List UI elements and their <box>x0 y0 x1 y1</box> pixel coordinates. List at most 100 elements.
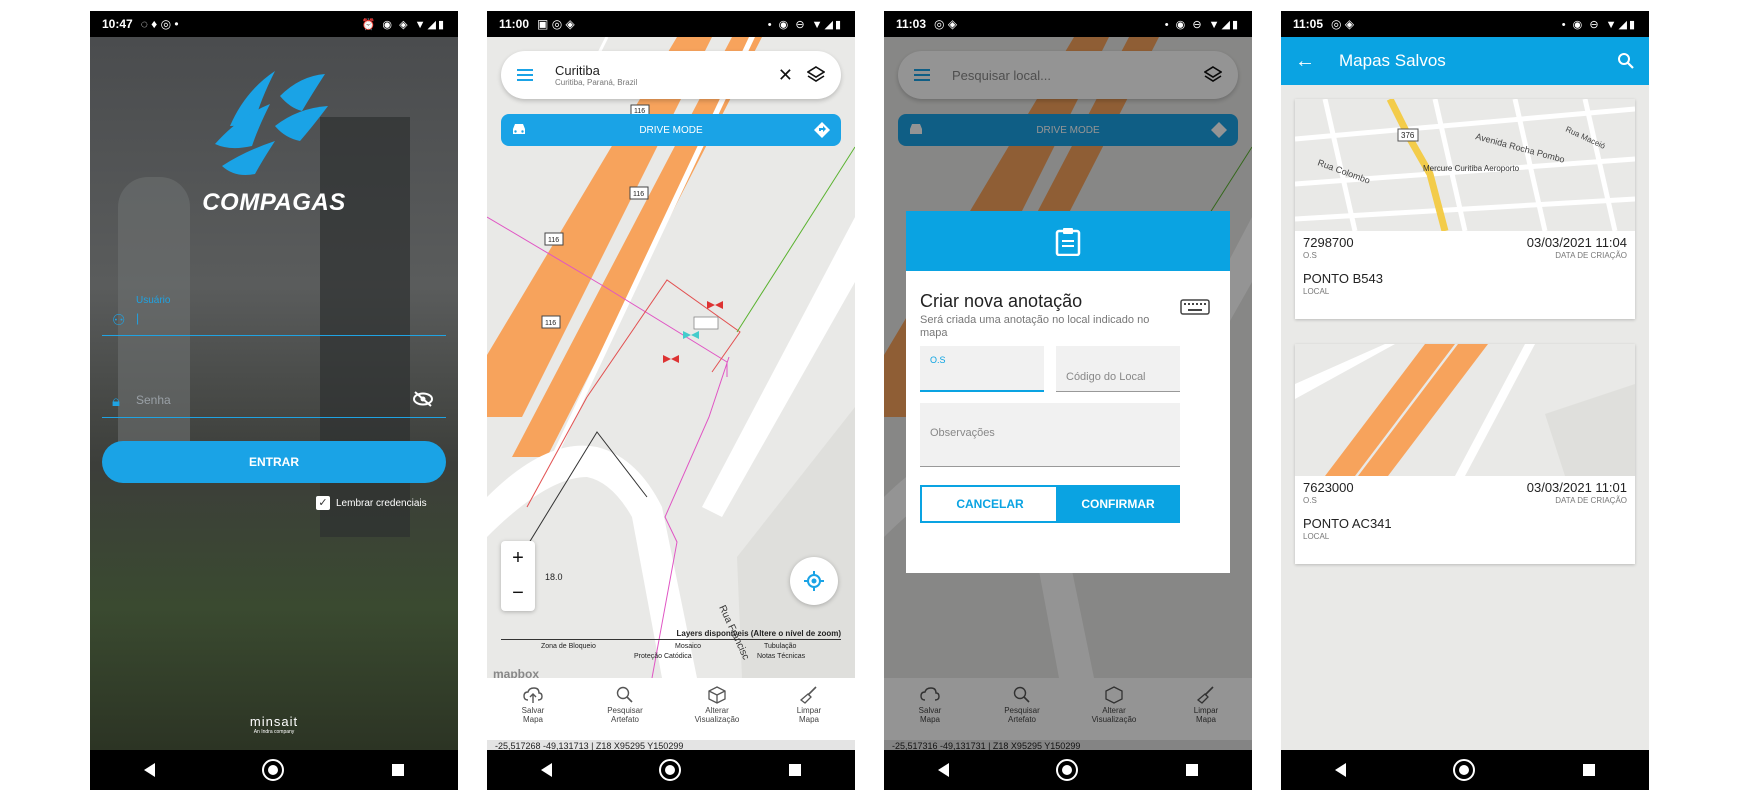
os-value: 7623000 <box>1303 480 1354 495</box>
lock-icon: 🔒︎ <box>112 393 120 410</box>
recents-icon[interactable] <box>1186 764 1199 776</box>
date-value: 03/03/2021 11:04 <box>1526 235 1627 250</box>
brand-name: COMPAGAS <box>202 189 346 216</box>
notification-icons: ◎ ◈ <box>934 17 958 31</box>
close-icon[interactable]: ✕ <box>778 65 793 86</box>
drive-mode-label: DRIVE MODE <box>639 124 703 136</box>
back-icon[interactable] <box>143 763 155 777</box>
tool-label: Artefato <box>610 715 639 724</box>
search-artifact-button[interactable]: Pesquisar Artefato <box>585 678 665 740</box>
home-icon[interactable] <box>1056 759 1079 781</box>
date-value: 03/03/2021 11:01 <box>1526 480 1627 495</box>
back-arrow-icon[interactable]: ← <box>1295 50 1315 73</box>
zoom-out-button[interactable]: − <box>512 582 524 605</box>
local-value: PONTO AC341 <box>1303 516 1392 531</box>
confirm-button[interactable]: CONFIRMAR <box>1056 485 1180 523</box>
user-icon: ⚇ <box>112 312 126 329</box>
search-bar[interactable]: Curitiba Curitiba, Paraná, Brazil ✕ <box>501 51 841 99</box>
visibility-off-icon[interactable] <box>412 391 434 407</box>
road-label-2: 116 <box>548 237 559 244</box>
search-location[interactable]: Curitiba Curitiba, Paraná, Brazil <box>555 63 778 87</box>
local-code-field[interactable]: Código do Local <box>1056 346 1180 392</box>
system-navbar <box>884 750 1252 790</box>
layers-legend: Layers disponíveis (Altere o nível de zo… <box>501 629 841 660</box>
back-icon[interactable] <box>1334 763 1346 777</box>
username-cursor[interactable]: | <box>136 311 139 325</box>
home-icon[interactable] <box>262 759 285 781</box>
recents-icon[interactable] <box>1583 764 1596 776</box>
system-icons: • ◉ ⊖ ▼◢▮ <box>767 18 843 31</box>
map-label: Rua Maceió <box>1564 125 1607 151</box>
car-icon <box>513 124 525 134</box>
login-screen: 10:47 ◌ ♦ ◎ • ⏰ ◉ ◈ ▼◢▮ COMPAGAS Usuário… <box>90 11 458 790</box>
password-input[interactable]: Senha <box>136 393 171 407</box>
legend-title: Layers disponíveis (Altere o nível de zo… <box>501 629 841 640</box>
status-time: 11:00 <box>499 17 530 31</box>
map-thumbnail-canvas: 376 Avenida Rocha Pombo Rua Maceió Rua C… <box>1295 99 1635 231</box>
app-bar: ← Mapas Salvos <box>1281 37 1649 85</box>
checkbox-checked-icon[interactable]: ✓ <box>316 496 330 510</box>
layers-icon[interactable] <box>807 66 825 84</box>
bottom-toolbar: Salvar Mapa Pesquisar Artefato Alterar V… <box>487 678 855 740</box>
cancel-button[interactable]: CANCELAR <box>920 485 1060 523</box>
tool-label: Alterar <box>705 706 729 715</box>
menu-icon[interactable] <box>517 69 533 81</box>
status-bar: 10:47 ◌ ♦ ◎ • ⏰ ◉ ◈ ▼◢▮ <box>90 11 458 37</box>
home-icon[interactable] <box>659 759 682 781</box>
new-annotation-dialog: Criar nova anotação Será criada uma anot… <box>906 211 1230 573</box>
home-icon[interactable] <box>1453 759 1476 781</box>
save-map-button[interactable]: Salvar Mapa <box>493 678 573 740</box>
system-navbar <box>487 750 855 790</box>
my-location-button[interactable] <box>790 557 838 605</box>
tool-label: Pesquisar <box>607 706 643 715</box>
status-time: 10:47 <box>102 17 133 31</box>
search-icon[interactable] <box>1617 52 1635 70</box>
recents-icon[interactable] <box>789 764 802 776</box>
directions-icon[interactable] <box>813 121 831 139</box>
notification-icons: ◎ ◈ <box>1331 17 1355 31</box>
compagas-logo-icon <box>215 71 328 175</box>
password-underline <box>102 417 446 418</box>
status-bar: 11:00 ▣ ◎ ◈ • ◉ ⊖ ▼◢▮ <box>487 11 855 37</box>
clear-map-button[interactable]: Limpar Mapa <box>769 678 849 740</box>
annotation-dialog-screen: 11:03 ◎ ◈ • ◉ ⊖ ▼◢▮ Pesquisar local... D… <box>884 11 1252 790</box>
tool-label: Salvar <box>521 706 545 715</box>
back-icon[interactable] <box>937 763 949 777</box>
saved-map-card[interactable]: 7623000 O.S 03/03/2021 11:01 DATA DE CRI… <box>1295 344 1635 564</box>
login-button[interactable]: ENTRAR <box>102 441 446 483</box>
os-field[interactable]: O.S <box>920 346 1044 392</box>
tool-label: Mapa <box>798 715 819 724</box>
system-navbar <box>1281 750 1649 790</box>
tool-label: Limpar <box>796 706 822 715</box>
saved-map-card[interactable]: 376 Avenida Rocha Pombo Rua Maceió Rua C… <box>1295 99 1635 319</box>
change-view-button[interactable]: Alterar Visualização <box>677 678 757 740</box>
map-label: 376 <box>1401 131 1415 140</box>
map-thumbnail <box>1295 344 1635 476</box>
crosshair-icon <box>804 571 824 591</box>
recents-icon[interactable] <box>392 764 405 776</box>
search-icon <box>616 686 633 703</box>
notes-field[interactable]: Observações <box>920 403 1180 467</box>
clipboard-icon <box>1055 228 1081 256</box>
local-code-placeholder: Código do Local <box>1066 371 1146 383</box>
legend-mosaico: Mosaico <box>675 643 702 650</box>
os-value: 7298700 <box>1303 235 1354 250</box>
drive-mode-bar[interactable]: DRIVE MODE <box>501 114 841 146</box>
zoom-in-button[interactable]: + <box>512 547 524 570</box>
tool-label: Mapa <box>522 715 543 724</box>
remember-credentials[interactable]: ✓ Lembrar credenciais <box>316 496 427 510</box>
status-time: 11:03 <box>896 17 927 31</box>
local-label: LOCAL <box>1303 532 1330 541</box>
road-label-1: 116 <box>633 191 644 198</box>
page-title: Mapas Salvos <box>1339 51 1446 70</box>
map-screen: 11:00 ▣ ◎ ◈ • ◉ ⊖ ▼◢▮ 116 116 116 116 Ru… <box>487 11 855 790</box>
map-thumbnail: 376 Avenida Rocha Pombo Rua Maceió Rua C… <box>1295 99 1635 231</box>
minsait-tagline: An Indra company <box>253 729 295 735</box>
zoom-scale: 18.0 <box>545 572 563 582</box>
keyboard-icon[interactable] <box>1180 299 1210 315</box>
map-thumbnail-canvas <box>1295 344 1635 476</box>
status-bar: 11:03 ◎ ◈ • ◉ ⊖ ▼◢▮ <box>884 11 1252 37</box>
status-time: 11:05 <box>1293 17 1324 31</box>
back-icon[interactable] <box>540 763 552 777</box>
map-label: Mercure Curitiba Aeroporto <box>1423 164 1520 173</box>
